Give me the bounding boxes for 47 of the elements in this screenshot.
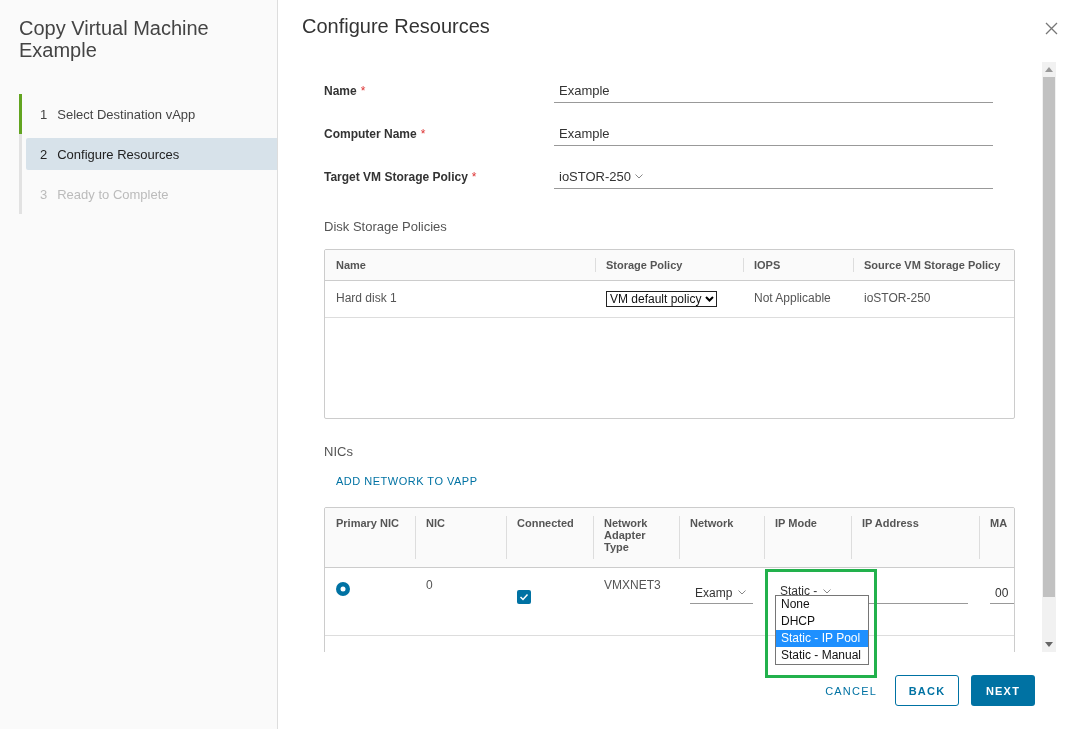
wizard-button[interactable]: NEXT — [971, 675, 1035, 706]
select-field[interactable]: ioSTOR-250 — [554, 164, 993, 189]
table-cell-text: VMXNET3 — [603, 577, 662, 594]
section-title: NICs — [324, 444, 354, 459]
wizard-title: Copy Virtual Machine Example — [19, 17, 210, 61]
table-cell-text: 0 — [425, 577, 434, 594]
dropdown-option[interactable]: DHCP — [776, 613, 868, 630]
add-network-link[interactable]: ADD NETWORK TO VAPP — [336, 475, 478, 487]
column-header: IP Mode — [764, 508, 851, 567]
scroll-down-icon[interactable] — [1045, 642, 1053, 647]
column-header: Name — [335, 258, 367, 273]
checkbox[interactable] — [517, 590, 531, 604]
column-header: Storage Policy — [595, 250, 743, 280]
column-header: MA — [979, 508, 1014, 567]
scrollbar[interactable] — [1042, 62, 1056, 652]
table-cell-text: ioSTOR-250 — [863, 290, 932, 307]
column-header: Primary NIC — [335, 516, 400, 531]
column-header: Network Adapter Type — [593, 508, 679, 567]
column-header: IOPS — [743, 250, 853, 280]
column-header: IP Address — [851, 508, 979, 567]
cancel-link[interactable]: CANCEL — [819, 675, 883, 706]
chevron-down-icon — [635, 173, 643, 179]
dropdown-option[interactable]: Static - Manual — [776, 647, 868, 664]
wizard-step[interactable]: 1 Select Destination vApp — [26, 98, 277, 130]
table-cell-text: Hard disk 1 — [335, 290, 398, 307]
chevron-down-icon — [705, 296, 715, 302]
close-icon[interactable] — [1045, 22, 1058, 35]
radio-button[interactable] — [336, 582, 350, 596]
scroll-up-icon[interactable] — [1045, 67, 1053, 72]
field-label: Name * — [324, 83, 367, 98]
input-field[interactable]: Example — [554, 121, 993, 146]
input-field[interactable]: Example — [554, 78, 993, 103]
section-title: Disk Storage Policies — [324, 219, 448, 234]
column-header: NIC — [415, 508, 506, 567]
chevron-down-icon — [823, 588, 832, 594]
page-title: Configure Resources — [302, 14, 490, 39]
chevron-down-icon — [738, 590, 747, 595]
wizard-button[interactable]: BACK — [895, 675, 959, 706]
table-cell-text: Not Applicable — [753, 290, 832, 307]
policy-select[interactable]: VM default policy — [606, 291, 718, 307]
column-header: Source VM Storage Policy — [853, 250, 1014, 280]
field-label: Computer Name * — [324, 126, 427, 141]
wizard-step[interactable]: 2 Configure Resources — [26, 138, 277, 170]
network-select[interactable]: Examp — [690, 582, 753, 604]
column-header: Connected — [506, 508, 593, 567]
field-label: Target VM Storage Policy * — [324, 169, 478, 184]
column-header: Network — [679, 508, 764, 567]
